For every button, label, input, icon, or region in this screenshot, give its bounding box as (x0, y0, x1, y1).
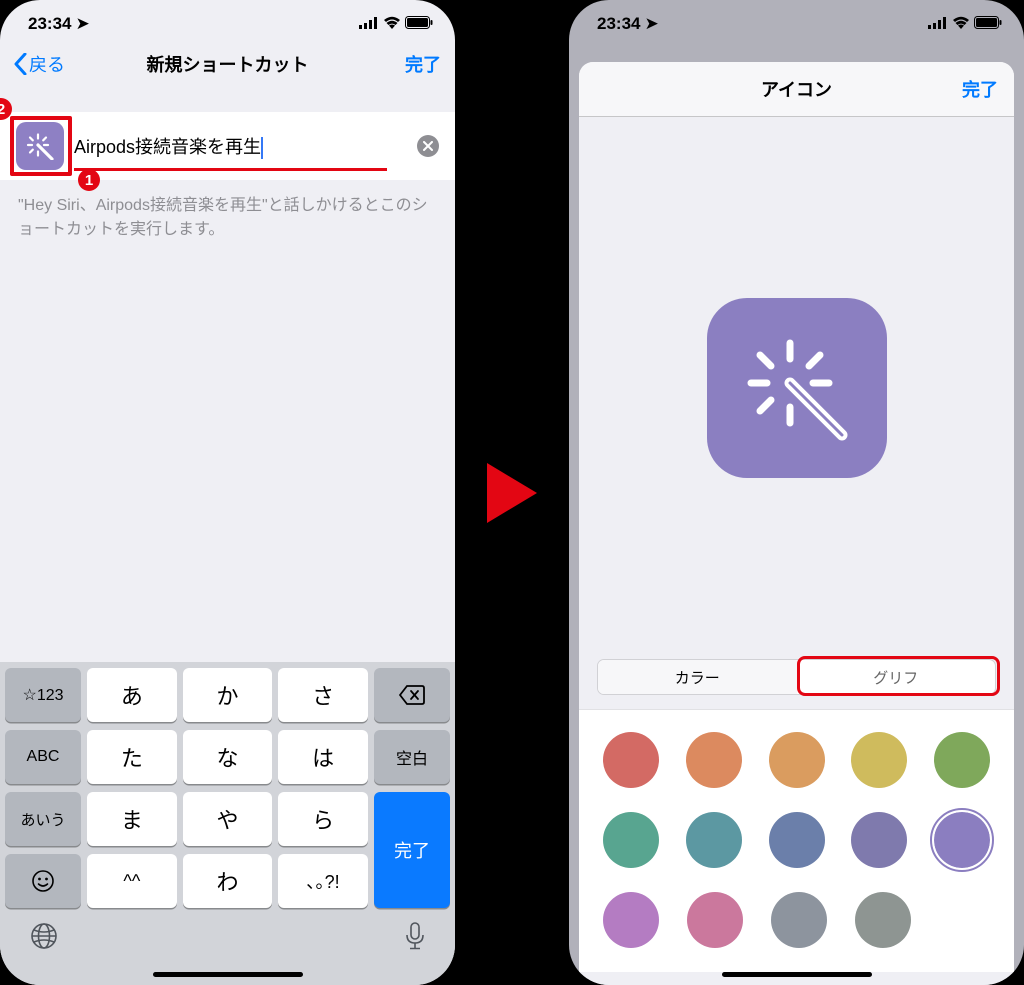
emoji-icon (31, 869, 55, 893)
back-button[interactable]: 戻る (14, 51, 65, 77)
key-punct[interactable]: ､｡?! (278, 854, 368, 908)
segment-control: カラー グリフ (597, 659, 996, 695)
home-indicator[interactable] (722, 972, 872, 977)
segment-color[interactable]: カラー (598, 660, 797, 694)
key-ya[interactable]: や (183, 792, 273, 846)
backspace-icon (399, 685, 425, 705)
signal-icon (359, 14, 379, 34)
swatch-row-2 (603, 812, 990, 868)
segment-control-wrap: カラー グリフ (579, 659, 1014, 709)
annotation-1: 1 (78, 169, 100, 191)
key-aiu[interactable]: あいう (5, 792, 81, 846)
icon-preview (707, 298, 887, 478)
color-swatch[interactable] (934, 732, 990, 788)
play-arrow-icon (482, 458, 542, 528)
segment-glyph[interactable]: グリフ (797, 660, 996, 694)
battery-icon (974, 14, 1002, 34)
sheet-title: アイコン (579, 76, 1014, 102)
key-ka[interactable]: か (183, 668, 273, 722)
battery-icon (405, 14, 433, 34)
key-emoji[interactable] (5, 854, 81, 908)
wifi-icon (383, 14, 401, 34)
color-swatch[interactable] (934, 812, 990, 868)
shortcut-name-input[interactable]: Airpods接続音楽を再生 (74, 137, 263, 157)
color-swatch[interactable] (686, 732, 742, 788)
swatch-row-1 (603, 732, 990, 788)
key-sa[interactable]: さ (278, 668, 368, 722)
siri-hint-text: "Hey Siri、Airpods接続音楽を再生"と話しかけるとこのショートカッ… (0, 180, 455, 256)
status-time: 23:34➤ (597, 14, 659, 34)
color-swatch[interactable] (603, 892, 659, 948)
color-swatch[interactable] (851, 812, 907, 868)
color-swatch[interactable] (769, 732, 825, 788)
clear-text-button[interactable] (417, 135, 439, 157)
annotation-2: 2 (0, 98, 12, 120)
color-swatch[interactable] (603, 732, 659, 788)
status-time: 23:34➤ (28, 14, 90, 34)
key-abc[interactable]: ABC (5, 730, 81, 784)
key-ha[interactable]: は (278, 730, 368, 784)
done-button[interactable]: 完了 (405, 51, 441, 77)
globe-button[interactable] (29, 921, 59, 956)
color-swatches (579, 709, 1014, 972)
status-indicators (359, 14, 433, 34)
status-bar-right: 23:34➤ (569, 0, 1024, 40)
phone-right: 23:34➤ アイコン 完了 (569, 0, 1024, 985)
key-a[interactable]: あ (87, 668, 177, 722)
icon-preview-area (579, 117, 1014, 659)
mic-icon (404, 921, 426, 951)
mic-button[interactable] (404, 921, 426, 956)
text-cursor (261, 137, 263, 159)
status-indicators (928, 14, 1002, 34)
color-swatch[interactable] (769, 812, 825, 868)
color-swatch[interactable] (603, 812, 659, 868)
key-face[interactable]: ^^ (87, 854, 177, 908)
key-space[interactable]: 空白 (374, 730, 450, 784)
key-na[interactable]: な (183, 730, 273, 784)
key-num[interactable]: ☆123 (5, 668, 81, 722)
color-swatch[interactable] (855, 892, 911, 948)
phone-left: 23:34➤ 戻る 新規ショートカット 完了 2 (0, 0, 455, 985)
icon-picker-sheet: アイコン 完了 (579, 62, 1014, 985)
color-swatch[interactable] (771, 892, 827, 948)
color-swatch[interactable] (686, 812, 742, 868)
chevron-left-icon (14, 53, 27, 75)
shortcut-name-row: 2 Airpods接続音楽を再生 1 (0, 112, 455, 180)
key-done[interactable]: 完了 (374, 792, 450, 908)
location-icon: ➤ (644, 14, 658, 33)
key-ra[interactable]: ら (278, 792, 368, 846)
signal-icon (928, 14, 948, 34)
nav-bar: 戻る 新規ショートカット 完了 (0, 40, 455, 88)
color-swatch[interactable] (687, 892, 743, 948)
wifi-icon (952, 14, 970, 34)
status-bar: 23:34➤ (0, 0, 455, 40)
home-indicator[interactable] (153, 972, 303, 977)
color-swatch[interactable] (851, 732, 907, 788)
shortcut-name-input-wrap: Airpods接続音楽を再生 1 (74, 133, 407, 159)
key-ta[interactable]: た (87, 730, 177, 784)
annotation-underline (74, 168, 387, 171)
key-backspace[interactable] (374, 668, 450, 722)
sheet-nav: アイコン 完了 (579, 62, 1014, 116)
magic-wand-icon (742, 333, 852, 443)
swatch-row-3 (603, 892, 990, 948)
keyboard-bottom-bar (5, 908, 450, 972)
keyboard: ☆123 あ か さ ABC た な は 空白 あいう ま や ら 完了 ^^ … (0, 662, 455, 985)
globe-icon (29, 921, 59, 951)
nav-title: 新規ショートカット (0, 51, 455, 77)
key-ma[interactable]: ま (87, 792, 177, 846)
key-wa[interactable]: わ (183, 854, 273, 908)
transition-arrow (455, 458, 569, 528)
magic-wand-icon (26, 132, 54, 160)
shortcut-icon-button[interactable] (16, 122, 64, 170)
location-icon: ➤ (75, 14, 89, 33)
